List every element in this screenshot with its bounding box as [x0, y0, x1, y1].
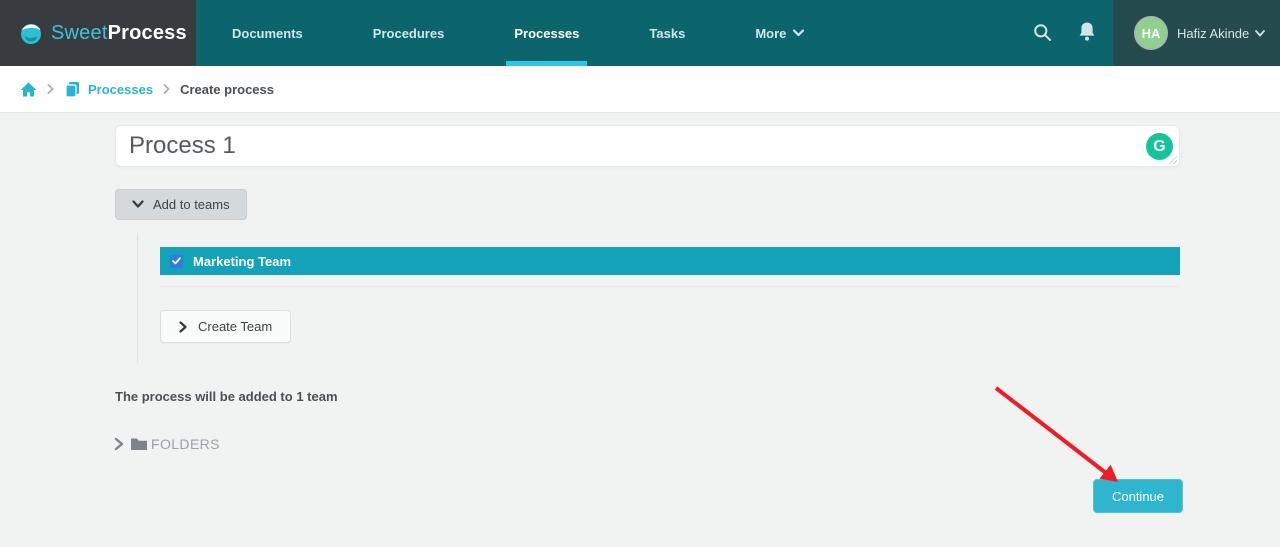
divider: [160, 286, 1180, 287]
continue-button[interactable]: Continue: [1093, 479, 1183, 513]
brand-logo[interactable]: SweetProcess: [0, 0, 196, 66]
avatar: HA: [1134, 16, 1168, 50]
chevron-down-icon: [1255, 30, 1265, 37]
processes-icon: [64, 81, 81, 98]
home-icon[interactable]: [20, 82, 37, 97]
brand-cup-icon: [18, 20, 44, 46]
chevron-right-icon: [179, 321, 188, 333]
user-menu[interactable]: HA Hafiz Akinde: [1113, 0, 1280, 66]
create-team-button[interactable]: Create Team: [160, 310, 291, 343]
chevron-down-icon: [793, 29, 804, 37]
team-row-marketing[interactable]: Marketing Team: [160, 247, 1180, 275]
process-name-value: Process 1: [129, 132, 236, 160]
user-name: Hafiz Akinde: [1177, 26, 1249, 41]
breadcrumb-link-processes[interactable]: Processes: [88, 82, 153, 97]
grammarly-icon[interactable]: G: [1146, 133, 1173, 160]
nav-item-procedures[interactable]: Procedures: [359, 0, 459, 66]
primary-navigation: Documents Procedures Processes Tasks Mor…: [218, 0, 818, 66]
folder-icon: [130, 437, 148, 451]
nav-item-tasks[interactable]: Tasks: [635, 0, 699, 66]
search-icon[interactable]: [1032, 22, 1053, 43]
nav-item-documents[interactable]: Documents: [218, 0, 317, 66]
team-name: Marketing Team: [193, 254, 291, 269]
nav-item-more[interactable]: More: [741, 0, 818, 66]
notifications-bell-icon[interactable]: [1077, 21, 1097, 43]
sweetprocess-app-window: SweetProcess Documents Procedures Proces…: [0, 0, 1280, 547]
chevron-right-icon: [114, 437, 124, 451]
teams-summary-text: The process will be added to 1 team: [115, 389, 338, 404]
breadcrumb: Processes Create process: [0, 66, 1280, 113]
breadcrumb-separator-icon: [163, 84, 170, 94]
add-to-teams-label: Add to teams: [153, 197, 230, 212]
breadcrumb-separator-icon: [47, 84, 54, 94]
create-process-content: Process 1 G Add to teams Marketing Team …: [0, 114, 1280, 547]
add-to-teams-button[interactable]: Add to teams: [115, 189, 247, 220]
nav-item-processes[interactable]: Processes: [500, 0, 593, 66]
folders-label: FOLDERS: [151, 436, 220, 452]
create-team-label: Create Team: [198, 319, 272, 334]
breadcrumb-current-page: Create process: [180, 82, 274, 97]
top-navbar: SweetProcess Documents Procedures Proces…: [0, 0, 1280, 66]
folders-toggle[interactable]: FOLDERS: [114, 436, 220, 452]
process-name-input[interactable]: Process 1 G: [115, 125, 1180, 167]
teams-indent-guide: [137, 233, 138, 363]
annotation-arrow: [988, 382, 1133, 494]
team-checkbox-checked[interactable]: [170, 255, 183, 268]
brand-name: SweetProcess: [51, 22, 187, 45]
chevron-down-icon: [132, 200, 144, 209]
